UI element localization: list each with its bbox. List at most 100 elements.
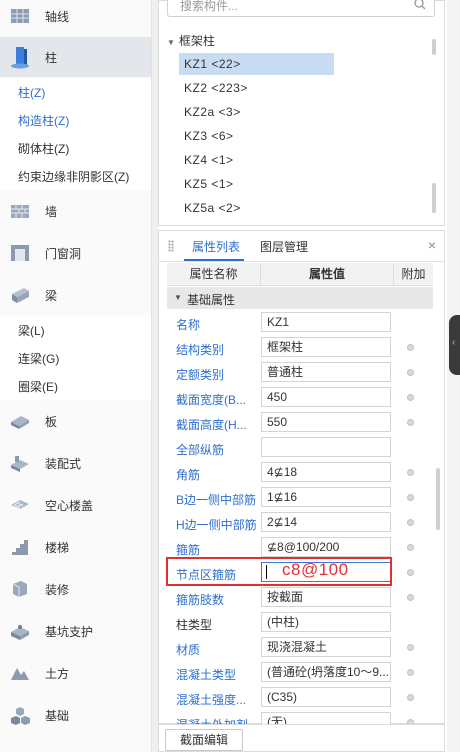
property-value[interactable]: 450 — [261, 387, 391, 407]
property-name[interactable]: 截面宽度(B... — [176, 391, 260, 408]
nav-sub-coupling-beam[interactable]: 连梁(G) — [0, 344, 151, 372]
nav-column[interactable]: 柱 — [0, 37, 151, 77]
extra-radio[interactable] — [407, 519, 414, 526]
property-scrollbar[interactable] — [436, 468, 440, 530]
property-value[interactable]: 现浇混凝土 — [261, 637, 391, 657]
nav-sub-masonry-column[interactable]: 砌体柱(Z) — [0, 134, 151, 162]
property-value[interactable]: ⊈8@100/200 — [261, 537, 391, 557]
section-edit-button[interactable]: 截面编辑 — [165, 729, 243, 751]
list-item[interactable]: KZ5a <2> — [179, 197, 334, 219]
property-name[interactable]: 箍筋 — [176, 541, 260, 558]
list-item[interactable]: KZ1 <22> — [179, 53, 334, 75]
property-row[interactable]: 截面高度(H... 550 — [167, 410, 433, 435]
nav-stair[interactable]: 楼梯 — [0, 527, 151, 567]
extra-radio[interactable] — [407, 419, 414, 426]
nav-sub-constructional-column[interactable]: 构造柱(Z) — [0, 106, 151, 134]
property-name[interactable]: 定额类别 — [176, 366, 260, 383]
property-value[interactable]: (C35) — [261, 687, 391, 707]
nav-axis[interactable]: 轴线 — [0, 0, 151, 36]
close-icon[interactable]: × — [428, 237, 436, 253]
property-row[interactable]: 截面宽度(B... 450 — [167, 385, 433, 410]
nav-sub-beam-l[interactable]: 梁(L) — [0, 316, 151, 344]
property-row[interactable]: 全部纵筋 — [167, 435, 433, 460]
extra-radio[interactable] — [407, 644, 414, 651]
collapse-handle[interactable]: ‹ — [449, 315, 460, 375]
drag-handle-icon[interactable] — [168, 240, 174, 252]
nav-pit-support[interactable]: 基坑支护 — [0, 611, 151, 651]
property-name[interactable]: 箍筋肢数 — [176, 591, 260, 608]
nav-decoration[interactable]: 装修 — [0, 569, 151, 609]
extra-radio[interactable] — [407, 369, 414, 376]
property-value[interactable]: 550 — [261, 412, 391, 432]
property-value[interactable] — [261, 437, 391, 457]
property-row[interactable]: 柱类型 (中柱) — [167, 610, 433, 635]
nav-slab[interactable]: 板 — [0, 401, 151, 441]
tab-properties[interactable]: 属性列表 — [192, 238, 240, 255]
property-row[interactable]: 箍筋肢数 按截面 — [167, 585, 433, 610]
nav-beam[interactable]: 梁 — [0, 275, 151, 315]
nav-sub-edge-zone[interactable]: 约束边缘非阴影区(Z) — [0, 162, 151, 190]
property-row[interactable]: H边一侧中部筋 2⊈14 — [167, 510, 433, 535]
group-frame-column[interactable]: ▼ 框架柱 — [167, 32, 215, 49]
property-value[interactable]: (中柱) — [261, 612, 391, 632]
nav-door-window[interactable]: 门窗洞 — [0, 233, 151, 273]
nav-hollow-floor[interactable]: 空心楼盖 — [0, 485, 151, 525]
property-value[interactable]: KZ1 — [261, 312, 391, 332]
property-value[interactable]: 按截面 — [261, 587, 391, 607]
list-item[interactable]: KZ2 <223> — [179, 77, 334, 99]
nav-foundation[interactable]: 基础 — [0, 695, 151, 735]
extra-radio[interactable] — [407, 694, 414, 701]
collapse-arrow-icon[interactable]: ▼ — [174, 293, 182, 302]
extra-radio[interactable] — [407, 569, 414, 576]
nav-sub-column-z[interactable]: 柱(Z) — [0, 78, 151, 106]
list-item[interactable]: KZ3 <6> — [179, 125, 334, 147]
list-item[interactable]: KZ5 <1> — [179, 173, 334, 195]
list-item[interactable]: KZ2a <3> — [179, 101, 334, 123]
property-value[interactable]: 框架柱 — [261, 337, 391, 357]
property-value[interactable]: 2⊈14 — [261, 512, 391, 532]
property-name[interactable]: 截面高度(H... — [176, 416, 260, 433]
extra-radio[interactable] — [407, 394, 414, 401]
property-row[interactable]: 名称 KZ1 — [167, 310, 433, 335]
property-row[interactable]: 材质 现浇混凝土 — [167, 635, 433, 660]
property-value[interactable]: 普通柱 — [261, 362, 391, 382]
property-name[interactable]: 材质 — [176, 641, 260, 658]
section-basic-props[interactable]: ▼ 基础属性 — [167, 287, 433, 309]
nav-earthwork[interactable]: 土方 — [0, 653, 151, 693]
property-name[interactable]: 混凝土强度... — [176, 691, 260, 708]
property-value[interactable]: (普通砼(坍落度10～9... — [261, 662, 391, 682]
property-row[interactable]: B边一侧中部筋 1⊈16 — [167, 485, 433, 510]
property-name[interactable]: 混凝土类型 — [176, 666, 260, 683]
property-name[interactable]: 名称 — [176, 316, 260, 333]
property-row[interactable]: 角筋 4⊈18 — [167, 460, 433, 485]
list-item[interactable]: KZ4 <1> — [179, 149, 334, 171]
property-row[interactable]: 混凝土类型 (普通砼(坍落度10～9... — [167, 660, 433, 685]
search-icon[interactable] — [414, 0, 426, 13]
property-name[interactable]: 柱类型 — [176, 616, 260, 633]
property-value[interactable]: 1⊈16 — [261, 487, 391, 507]
search-input[interactable] — [178, 0, 402, 15]
list-scrollbar-thumb[interactable] — [432, 183, 436, 213]
search-box[interactable] — [167, 0, 435, 17]
property-row[interactable]: 结构类别 框架柱 — [167, 335, 433, 360]
extra-radio[interactable] — [407, 594, 414, 601]
property-value[interactable]: 4⊈18 — [261, 462, 391, 482]
list-scrollbar[interactable] — [432, 39, 436, 55]
property-name[interactable]: 角筋 — [176, 466, 260, 483]
property-name[interactable]: B边一侧中部筋 — [176, 491, 260, 508]
property-row[interactable]: 定额类别 普通柱 — [167, 360, 433, 385]
extra-radio[interactable] — [407, 344, 414, 351]
nav-sub-ring-beam[interactable]: 圈梁(E) — [0, 372, 151, 400]
property-name[interactable]: 全部纵筋 — [176, 441, 260, 458]
nav-wall[interactable]: 墙 — [0, 191, 151, 231]
extra-radio[interactable] — [407, 669, 414, 676]
property-row[interactable]: 混凝土强度... (C35) — [167, 685, 433, 710]
extra-radio[interactable] — [407, 494, 414, 501]
extra-radio[interactable] — [407, 544, 414, 551]
nav-prefab[interactable]: 装配式 — [0, 443, 151, 483]
property-name[interactable]: H边一侧中部筋 — [176, 516, 260, 533]
tab-layers[interactable]: 图层管理 — [260, 238, 308, 255]
collapse-arrow-icon[interactable]: ▼ — [167, 38, 175, 47]
property-name[interactable]: 结构类别 — [176, 341, 260, 358]
extra-radio[interactable] — [407, 469, 414, 476]
